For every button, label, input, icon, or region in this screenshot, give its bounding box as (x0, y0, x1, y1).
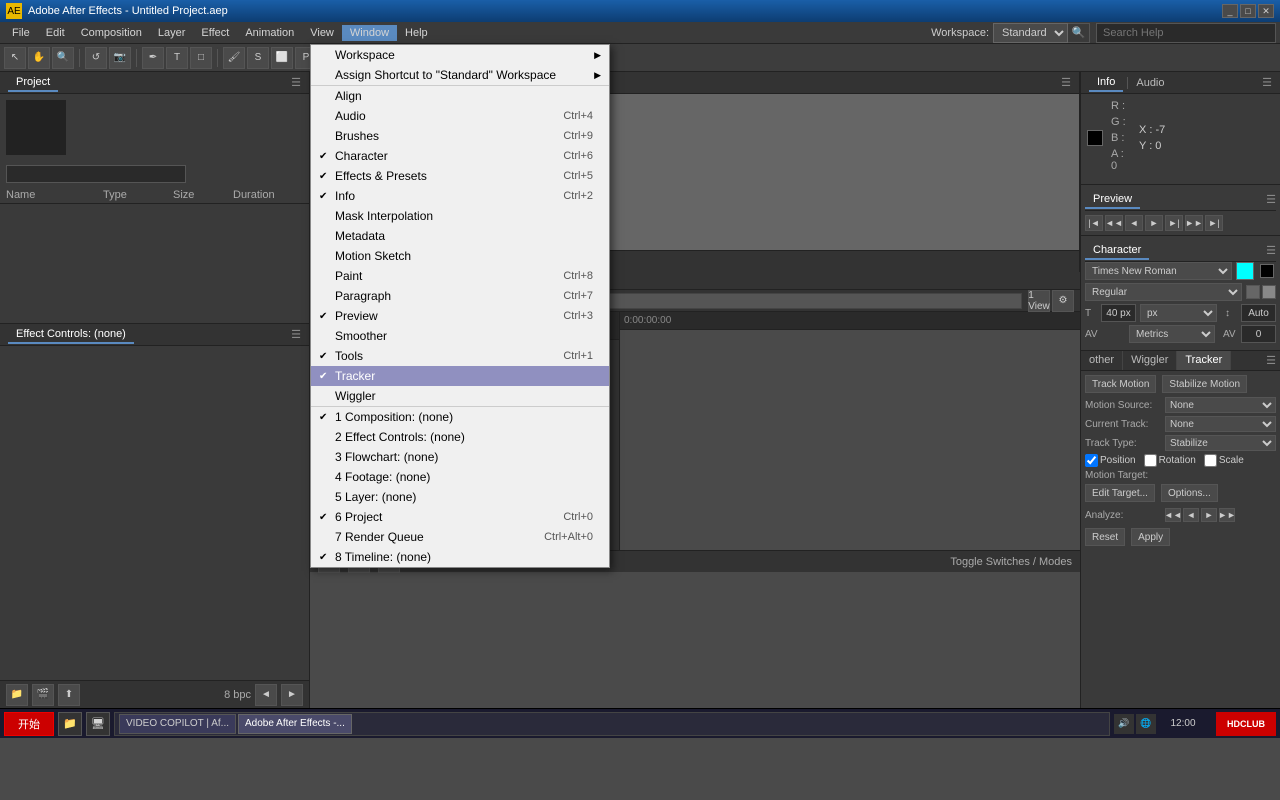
menu-metadata[interactable]: Metadata (311, 226, 609, 246)
menu-smoother[interactable]: Smoother (311, 326, 609, 346)
menu-effect-controls[interactable]: 2 Effect Controls: (none) (311, 427, 609, 447)
menu-effects-presets[interactable]: ✔ Effects & Presets Ctrl+5 (311, 166, 609, 186)
menu-section-windows: ✔ 1 Composition: (none) 2 Effect Control… (311, 407, 609, 567)
menu-section-workspace: Workspace Assign Shortcut to "Standard" … (311, 45, 609, 86)
menu-flowchart[interactable]: 3 Flowchart: (none) (311, 447, 609, 467)
tracker-check: ✔ (319, 371, 327, 382)
menu-wiggler[interactable]: Wiggler (311, 386, 609, 406)
info-menu-label: Info (335, 189, 355, 203)
character-check: ✔ (319, 151, 327, 162)
menu-tracker[interactable]: ✔ Tracker (311, 366, 609, 386)
menu-overlay[interactable]: Workspace Assign Shortcut to "Standard" … (0, 0, 1280, 800)
timeline-check: ✔ (319, 552, 327, 563)
menu-comp-none[interactable]: ✔ 1 Composition: (none) (311, 407, 609, 427)
menu-assign-shortcut[interactable]: Assign Shortcut to "Standard" Workspace (311, 65, 609, 85)
menu-section-panels: Align Audio Ctrl+4 Brushes Ctrl+9 ✔ Char… (311, 86, 609, 407)
flowchart-label: 3 Flowchart: (none) (335, 450, 438, 464)
tools-check: ✔ (319, 351, 327, 362)
menu-brushes[interactable]: Brushes Ctrl+9 (311, 126, 609, 146)
effects-check: ✔ (319, 171, 327, 182)
menu-tools[interactable]: ✔ Tools Ctrl+1 (311, 346, 609, 366)
menu-character[interactable]: ✔ Character Ctrl+6 (311, 146, 609, 166)
paragraph-label: Paragraph (335, 289, 391, 303)
smoother-label: Smoother (335, 329, 387, 343)
paragraph-shortcut: Ctrl+7 (563, 290, 593, 302)
render-queue-shortcut: Ctrl+Alt+0 (544, 531, 593, 543)
menu-paragraph[interactable]: Paragraph Ctrl+7 (311, 286, 609, 306)
preview-check: ✔ (319, 311, 327, 322)
menu-workspace[interactable]: Workspace (311, 45, 609, 65)
window-dropdown-menu: Workspace Assign Shortcut to "Standard" … (310, 44, 610, 568)
project-check: ✔ (319, 512, 327, 523)
footage-menu-label: 4 Footage: (none) (335, 470, 430, 484)
menu-project[interactable]: ✔ 6 Project Ctrl+0 (311, 507, 609, 527)
metadata-label: Metadata (335, 229, 385, 243)
character-shortcut: Ctrl+6 (563, 150, 593, 162)
project-menu-label: 6 Project (335, 510, 382, 524)
menu-align[interactable]: Align (311, 86, 609, 106)
project-shortcut: Ctrl+0 (563, 511, 593, 523)
tools-label: Tools (335, 349, 363, 363)
render-queue-menu-label: 7 Render Queue (335, 530, 424, 544)
align-label: Align (335, 89, 362, 103)
effects-presets-label: Effects & Presets (335, 169, 427, 183)
brushes-shortcut: Ctrl+9 (563, 130, 593, 142)
character-label: Character (335, 149, 388, 163)
menu-mask-interpolation[interactable]: Mask Interpolation (311, 206, 609, 226)
paint-shortcut: Ctrl+8 (563, 270, 593, 282)
comp-check: ✔ (319, 412, 327, 423)
wiggler-label: Wiggler (335, 389, 376, 403)
menu-info[interactable]: ✔ Info Ctrl+2 (311, 186, 609, 206)
menu-render-queue[interactable]: 7 Render Queue Ctrl+Alt+0 (311, 527, 609, 547)
menu-paint[interactable]: Paint Ctrl+8 (311, 266, 609, 286)
menu-layer[interactable]: 5 Layer: (none) (311, 487, 609, 507)
info-check: ✔ (319, 191, 327, 202)
motion-sketch-label: Motion Sketch (335, 249, 411, 263)
brushes-label: Brushes (335, 129, 379, 143)
preview-menu-label: Preview (335, 309, 378, 323)
audio-label: Audio (335, 109, 366, 123)
tools-shortcut: Ctrl+1 (563, 350, 593, 362)
preview-shortcut: Ctrl+3 (563, 310, 593, 322)
tracker-menu-label: Tracker (335, 369, 375, 383)
menu-motion-sketch[interactable]: Motion Sketch (311, 246, 609, 266)
timeline-menu-label: 8 Timeline: (none) (335, 550, 431, 564)
menu-footage[interactable]: 4 Footage: (none) (311, 467, 609, 487)
info-shortcut: Ctrl+2 (563, 190, 593, 202)
menu-audio[interactable]: Audio Ctrl+4 (311, 106, 609, 126)
menu-preview[interactable]: ✔ Preview Ctrl+3 (311, 306, 609, 326)
paint-label: Paint (335, 269, 362, 283)
menu-timeline[interactable]: ✔ 8 Timeline: (none) (311, 547, 609, 567)
effects-shortcut: Ctrl+5 (563, 170, 593, 182)
effect-controls-menu-label: 2 Effect Controls: (none) (335, 430, 465, 444)
mask-interp-label: Mask Interpolation (335, 209, 433, 223)
audio-shortcut: Ctrl+4 (563, 110, 593, 122)
layer-menu-label: 5 Layer: (none) (335, 490, 416, 504)
assign-shortcut-label: Assign Shortcut to "Standard" Workspace (335, 68, 556, 82)
comp-none-label: 1 Composition: (none) (335, 410, 453, 424)
workspace-menu-label: Workspace (335, 48, 395, 62)
